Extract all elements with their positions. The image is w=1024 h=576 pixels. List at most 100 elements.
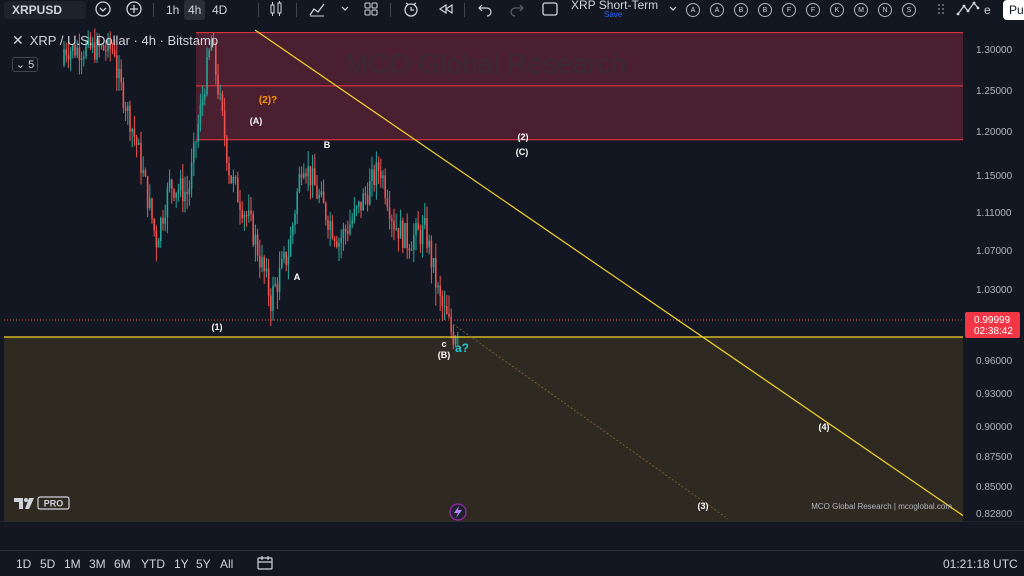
drawing-tool-a-1[interactable]: A: [710, 3, 724, 17]
candle-body: [83, 56, 85, 59]
range-6m[interactable]: 6M: [114, 557, 131, 571]
wave-label-wa[interactable]: (A): [250, 116, 263, 126]
candle-body: [63, 49, 65, 66]
undo-icon[interactable]: [476, 0, 494, 20]
candle-body: [386, 198, 389, 208]
lightning-icon[interactable]: [449, 503, 467, 521]
tradingview-pro-logo: PRO: [14, 496, 70, 515]
range-1m[interactable]: 1M: [64, 557, 81, 571]
wave-label-aq[interactable]: a?: [455, 341, 469, 355]
candle-body: [322, 191, 325, 204]
date-range-icon[interactable]: [256, 554, 274, 575]
candle-body: [149, 198, 151, 209]
top-toolbar: XRPUSD 1h 4h 4D XRP Short-Term Save AABB…: [0, 0, 1024, 23]
drawing-tool-n-8[interactable]: N: [878, 3, 892, 17]
symbol-menu-icon[interactable]: [94, 0, 112, 20]
candle-body: [428, 240, 430, 248]
price-tick: 0.93000: [976, 389, 1013, 400]
candle-body: [256, 234, 259, 256]
wave-label-a[interactable]: A: [294, 272, 301, 282]
range-3m[interactable]: 3M: [89, 557, 106, 571]
legend-counter: 5: [28, 59, 35, 71]
price-chart[interactable]: MCO Global Research 1.30000 1.25000 1.2000…: [0, 22, 1024, 522]
layout-grid-icon[interactable]: [362, 0, 380, 20]
wave-label-b[interactable]: B: [324, 140, 331, 150]
candle-body: [173, 189, 175, 198]
legend-title: XRP / U.S. Dollar · 4h · Bitstamp: [29, 33, 219, 48]
bottom-toolbar: 1D 5D 1M 3M 6M YTD 1Y 5Y All 01:21:18 UTC: [0, 550, 1024, 576]
wave-label-w3[interactable]: (3): [698, 501, 709, 511]
wave-label-w4[interactable]: (4): [819, 422, 830, 432]
drawing-tool-a-0[interactable]: A: [686, 3, 700, 17]
candle-body: [171, 179, 173, 190]
candle-body: [349, 224, 351, 234]
drawing-tool-b-3[interactable]: B: [758, 3, 772, 17]
candle-body: [347, 231, 349, 234]
wave-label-wc[interactable]: (C): [516, 147, 529, 157]
range-1d[interactable]: 1D: [16, 557, 31, 571]
candle-body: [201, 98, 204, 106]
range-5d[interactable]: 5D: [40, 557, 55, 571]
candle-body: [261, 257, 263, 268]
candle-body: [314, 168, 316, 186]
candle-body: [113, 50, 116, 56]
wave-label-w2q[interactable]: (2)?: [259, 95, 277, 106]
replay-icon[interactable]: [437, 0, 455, 20]
wave-pattern-icon[interactable]: [956, 0, 980, 20]
candles-icon[interactable]: [267, 0, 285, 20]
symbol-search[interactable]: XRPUSD: [4, 1, 86, 19]
watermark: MCO Global Research: [345, 48, 627, 79]
chevron-down-icon: ⌄: [15, 59, 26, 71]
wave-label-wb[interactable]: (B): [438, 350, 451, 360]
range-5y[interactable]: 5Y: [196, 557, 211, 571]
candle-body: [140, 142, 142, 174]
candle-body: [217, 74, 219, 95]
drawing-tool-m-7[interactable]: M: [854, 3, 868, 17]
candle-body: [153, 218, 155, 231]
indicators-icon[interactable]: [308, 0, 326, 20]
timeframe-4d[interactable]: 4D: [208, 0, 231, 20]
price-axis-background[interactable]: [963, 22, 1024, 522]
publish-button[interactable]: Pu: [1003, 0, 1024, 20]
redo-icon[interactable]: [508, 0, 526, 20]
candle-body: [69, 51, 72, 60]
wave-label-c[interactable]: c: [441, 339, 446, 349]
candle-body: [391, 218, 393, 221]
candle-body: [160, 217, 162, 241]
candle-body: [331, 221, 334, 239]
candle-body: [309, 166, 312, 186]
timeframe-4h[interactable]: 4h: [184, 0, 206, 20]
candle-body: [120, 68, 122, 83]
candle-body: [430, 240, 433, 268]
alert-clock-icon[interactable]: [402, 0, 420, 20]
legend-collapse-toggle[interactable]: ⌄ 5: [12, 57, 38, 72]
drawing-tool-f-4[interactable]: F: [782, 3, 796, 17]
hidden-label: e: [984, 3, 991, 17]
range-1y[interactable]: 1Y: [174, 557, 189, 571]
layout-chevron-down-icon[interactable]: [664, 0, 682, 20]
candle-body: [448, 313, 450, 317]
drawing-tool-f-5[interactable]: F: [806, 3, 820, 17]
drawing-tool-b-2[interactable]: B: [734, 3, 748, 17]
candle-body: [408, 248, 411, 251]
layout-square-icon[interactable]: [541, 0, 559, 20]
candle-body: [388, 207, 391, 219]
candle-body: [318, 194, 320, 199]
drawing-tool-s-9[interactable]: S: [902, 3, 916, 17]
wave-label-w2[interactable]: (2): [518, 132, 529, 142]
drawing-tool-k-6[interactable]: K: [830, 3, 844, 17]
chevron-down-icon[interactable]: [336, 0, 354, 20]
candle-body: [146, 176, 149, 209]
clock[interactable]: 01:21:18 UTC: [943, 557, 1018, 571]
candle-body: [263, 257, 265, 272]
close-legend-icon[interactable]: ✕: [12, 32, 24, 48]
range-all[interactable]: All: [220, 557, 233, 571]
layout-save-link[interactable]: Save: [604, 10, 622, 19]
wave-label-w1[interactable]: (1): [212, 322, 223, 332]
candle-body: [446, 306, 448, 314]
add-symbol-icon[interactable]: [125, 0, 143, 20]
drag-handle-icon[interactable]: [932, 0, 950, 20]
price-tick: 1.15000: [976, 171, 1013, 182]
timeframe-1h[interactable]: 1h: [162, 0, 183, 20]
range-ytd[interactable]: YTD: [141, 557, 165, 571]
